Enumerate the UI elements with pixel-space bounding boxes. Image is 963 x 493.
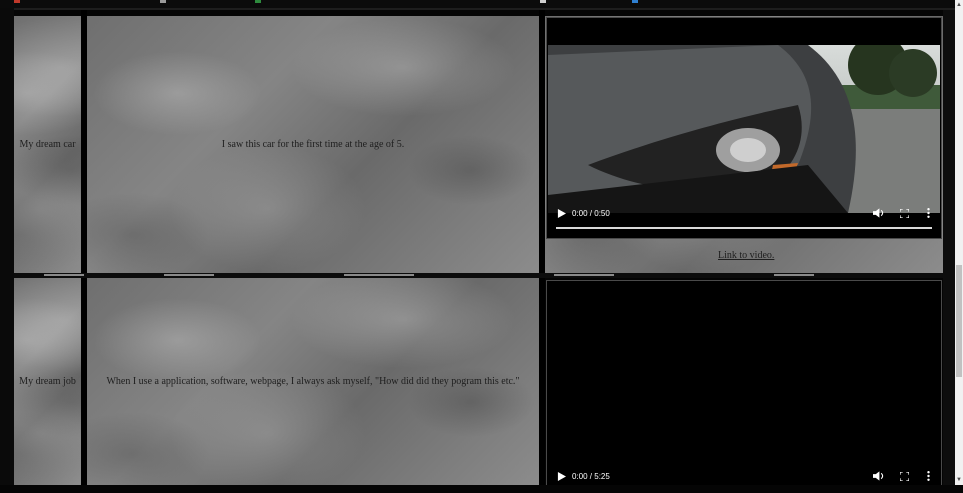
car-headlight-image	[548, 45, 940, 213]
divider-fleck	[44, 274, 84, 276]
scrollbar-thumb[interactable]	[956, 265, 962, 377]
row-label-cell: My dream car	[14, 16, 81, 273]
fullscreen-icon[interactable]	[900, 471, 909, 481]
tab-tick	[160, 0, 166, 3]
video-time: 0:00 / 5:25	[572, 471, 610, 481]
tab-tick	[14, 0, 20, 3]
video-controls: 0:00 / 5:25	[547, 459, 941, 493]
row-label: My dream car	[19, 139, 76, 150]
scroll-down-arrow-icon[interactable]: ▼	[955, 475, 963, 485]
tab-tick	[255, 0, 261, 3]
row-description: I saw this car for the first time at the…	[221, 139, 405, 150]
volume-icon[interactable]	[873, 208, 884, 218]
more-vert-icon[interactable]	[927, 471, 930, 481]
page-top-divider	[0, 8, 955, 10]
tab-tick	[632, 0, 638, 3]
divider-fleck	[344, 274, 414, 276]
page-right-edge	[943, 10, 955, 485]
video-player[interactable]: 0:00 / 5:25	[546, 280, 942, 485]
row-label-cell: My dream job	[14, 278, 81, 485]
divider-fleck	[164, 274, 214, 276]
divider-fleck	[554, 274, 614, 276]
more-vert-icon[interactable]	[927, 208, 930, 218]
video-player[interactable]: 0:00 / 0:50	[546, 17, 942, 239]
divider-fleck	[774, 274, 814, 276]
video-time: 0:00 / 0:50	[572, 208, 610, 218]
row-description-cell: When I use a application, software, webp…	[87, 278, 539, 485]
video-link[interactable]: Link to video.	[718, 250, 774, 261]
video-controls: 0:00 / 0:50	[547, 196, 941, 230]
play-icon[interactable]	[557, 208, 566, 218]
vertical-scrollbar[interactable]: ▲ ▼	[955, 0, 963, 485]
volume-icon[interactable]	[873, 471, 884, 481]
row-description-cell: I saw this car for the first time at the…	[87, 16, 539, 273]
video-progress-bar[interactable]	[556, 227, 932, 229]
browser-top-edge	[0, 0, 963, 8]
page-left-edge	[0, 8, 14, 485]
row-description: When I use a application, software, webp…	[106, 376, 520, 387]
video-frame	[548, 45, 940, 213]
play-icon[interactable]	[557, 471, 566, 481]
scroll-up-arrow-icon[interactable]: ▲	[955, 0, 963, 10]
fullscreen-icon[interactable]	[900, 208, 909, 218]
tab-tick	[540, 0, 546, 3]
row-label: My dream job	[19, 376, 76, 387]
